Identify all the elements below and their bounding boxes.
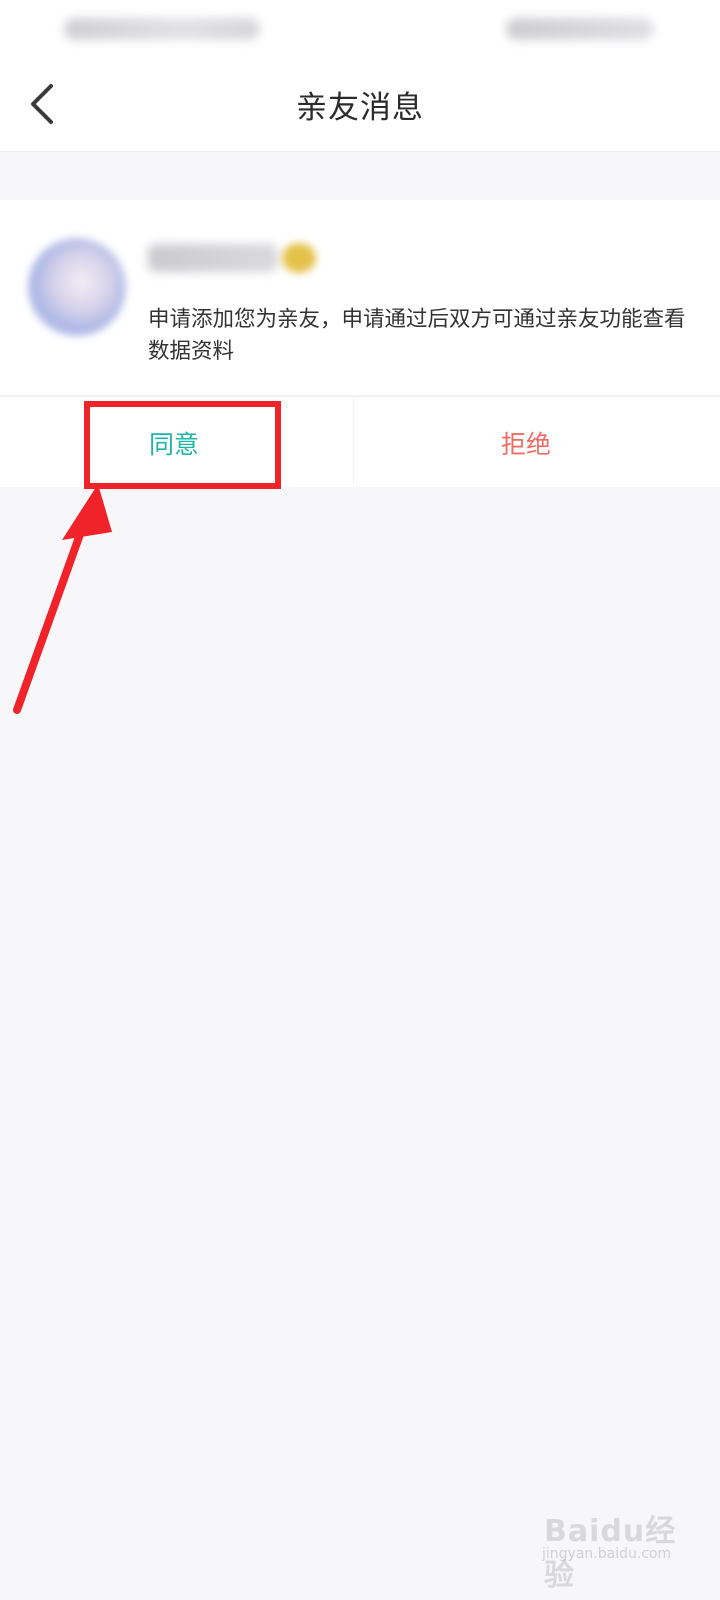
nav-bar: 亲友消息 (0, 58, 720, 152)
username-blurred (148, 236, 316, 280)
status-carrier-blurred (64, 18, 260, 40)
friend-request-card: 申请添加您为亲友，申请通过后双方可通过亲友功能查看数据资料 (0, 200, 720, 395)
watermark-domain: jingyan.baidu.com (542, 1546, 672, 1562)
request-message: 申请添加您为亲友，申请通过后双方可通过亲友功能查看数据资料 (148, 307, 686, 364)
avatar (28, 238, 126, 336)
friend-message-screen: 亲友消息 申请添加您为亲友，申请通过后双方可通过亲友功能查看数据资料 同意 拒绝… (0, 0, 720, 1600)
status-bar (0, 0, 720, 58)
watermark: Baidu经验 jingyan.baidu.com (530, 1506, 690, 1593)
emoji-badge-icon (282, 243, 316, 273)
reject-label: 拒绝 (501, 430, 552, 459)
username-text-blurred (148, 244, 278, 272)
page-title: 亲友消息 (296, 90, 424, 126)
status-indicators-blurred (506, 18, 654, 40)
reject-button[interactable]: 拒绝 (354, 397, 720, 487)
annotation-arrow-icon (13, 484, 112, 714)
